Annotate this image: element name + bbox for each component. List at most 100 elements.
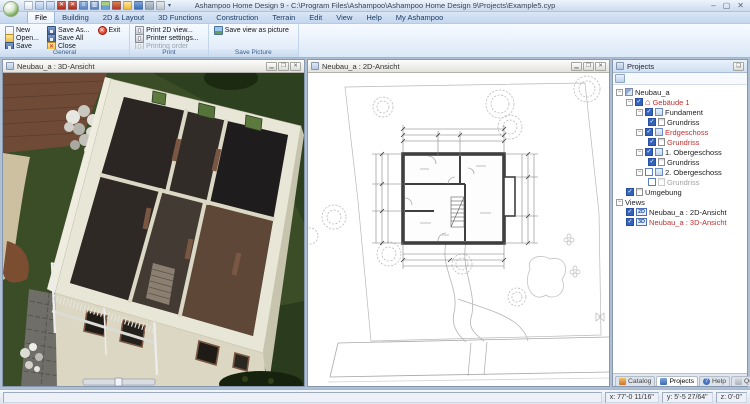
3d-viewport[interactable] xyxy=(3,73,304,386)
exit-button[interactable]: Exit xyxy=(96,26,123,34)
visibility-checkbox[interactable]: ✓ xyxy=(645,108,653,116)
panel-2d-titlebar[interactable]: Neubau_a : 2D-Ansicht ▁ ❐ ✕ xyxy=(308,60,609,73)
tab-catalog[interactable]: Catalog xyxy=(615,376,655,386)
ribbon-group-save-picture: Save view as picture Save Picture xyxy=(209,24,299,57)
projects-bottom-tabs: Catalog Projects ?Help Quantities xyxy=(613,373,747,386)
expander-icon[interactable]: − xyxy=(616,199,623,206)
walkthrough-slider[interactable] xyxy=(83,378,155,386)
catalog-icon xyxy=(619,378,626,385)
new-button[interactable]: New xyxy=(3,26,41,34)
tab-view[interactable]: View xyxy=(329,12,359,23)
tree-item-floorplan[interactable]: ✓ Grundriss xyxy=(614,117,746,127)
reset-view-icon[interactable] xyxy=(112,1,121,10)
tab-terrain[interactable]: Terrain xyxy=(265,12,302,23)
visibility-checkbox[interactable]: ✓ xyxy=(626,188,634,196)
tree-item-second-floor[interactable]: − 2. Obergeschoss xyxy=(614,167,746,177)
tile-horizontal-icon[interactable]: ≡ xyxy=(79,1,88,10)
close-all-views-icon[interactable]: ✕ xyxy=(68,1,77,10)
quantities-icon xyxy=(735,378,742,385)
settings-icon[interactable] xyxy=(156,1,165,10)
minimize-button[interactable]: – xyxy=(711,1,715,11)
panel-3d-restore-button[interactable]: ❐ xyxy=(278,62,289,71)
open-button[interactable]: Open... xyxy=(3,34,41,42)
panel-3d-close-button[interactable]: ✕ xyxy=(290,62,301,71)
visibility-checkbox[interactable]: ✓ xyxy=(635,98,643,106)
tab-3d-functions[interactable]: 3D Functions xyxy=(151,12,209,23)
quick-access-toolbar: ✕ ✕ ≡ ▥ ▾ xyxy=(24,1,171,10)
insert-image-icon[interactable] xyxy=(101,1,110,10)
tree-item-floorplan[interactable]: Grundriss xyxy=(614,177,746,187)
tab-building[interactable]: Building xyxy=(55,12,96,23)
visibility-checkbox[interactable]: ✓ xyxy=(626,208,634,216)
tab-help[interactable]: Help xyxy=(359,12,388,23)
stairs xyxy=(451,197,464,227)
tree-item-2d-view[interactable]: ✓ 2D Neubau_a : 2D-Ansicht xyxy=(614,207,746,217)
tab-my-ashampoo[interactable]: My Ashampoo xyxy=(389,12,451,23)
display-options-button[interactable] xyxy=(615,74,625,83)
panel-2d-restore-button[interactable]: ❐ xyxy=(583,62,594,71)
view3d-panel-icon xyxy=(6,62,14,70)
2d-viewport[interactable] xyxy=(308,73,609,386)
redo-icon[interactable] xyxy=(46,1,55,10)
visibility-checkbox[interactable]: ✓ xyxy=(626,218,634,226)
visibility-checkbox[interactable] xyxy=(648,178,656,186)
tree-item-floorplan[interactable]: ✓ Grundriss xyxy=(614,137,746,147)
visibility-checkbox[interactable]: ✓ xyxy=(645,128,653,136)
close-view-icon[interactable]: ✕ xyxy=(57,1,66,10)
save-as-button[interactable]: Save As... xyxy=(45,26,92,34)
panel-3d-titlebar[interactable]: Neubau_a : 3D-Ansicht ▁ ❐ ✕ xyxy=(3,60,304,73)
tree-item-foundation[interactable]: − ✓ Fundament xyxy=(614,107,746,117)
app-logo-icon[interactable] xyxy=(3,1,19,17)
expander-icon[interactable]: − xyxy=(636,169,643,176)
tab-file[interactable]: File xyxy=(27,11,55,23)
expander-icon[interactable]: − xyxy=(636,109,643,116)
tree-item-views[interactable]: − Views xyxy=(614,197,746,207)
tree-item-floorplan[interactable]: ✓ Grundriss xyxy=(614,157,746,167)
qat-dropdown-icon[interactable]: ▾ xyxy=(168,2,171,9)
tile-vertical-icon[interactable]: ▥ xyxy=(90,1,99,10)
tree-item-3d-view[interactable]: ✓ 3D Neubau_a : 3D-Ansicht xyxy=(614,217,746,227)
panel-3d-minimize-button[interactable]: ▁ xyxy=(266,62,277,71)
visibility-checkbox[interactable]: ✓ xyxy=(648,118,656,126)
tree-item-ground-floor[interactable]: − ✓ Erdgeschoss xyxy=(614,127,746,137)
projects-panel-titlebar[interactable]: Projects ❏ xyxy=(613,60,747,73)
ribbon: New Open... Save Save As... Save All Clo… xyxy=(0,24,750,58)
maximize-button[interactable]: ▢ xyxy=(723,1,731,11)
expander-icon[interactable]: − xyxy=(626,99,633,106)
walkthrough-icon[interactable] xyxy=(145,1,154,10)
expander-icon[interactable]: − xyxy=(636,129,643,136)
tab-construction[interactable]: Construction xyxy=(209,12,265,23)
close-button[interactable]: ✕ xyxy=(737,1,744,11)
tab-help[interactable]: ?Help xyxy=(699,376,730,386)
open-project-icon[interactable] xyxy=(123,1,132,10)
print-2d-view-button[interactable]: Print 2D view... xyxy=(133,26,201,34)
expander-icon[interactable]: − xyxy=(636,149,643,156)
picture-icon xyxy=(214,26,223,35)
floor-icon xyxy=(655,168,663,176)
tree-item-first-floor[interactable]: − ✓ 1. Obergeschoss xyxy=(614,147,746,157)
floor-icon xyxy=(655,108,663,116)
2d-view-icon: 2D xyxy=(636,208,647,216)
tree-item-environment[interactable]: ✓ Umgebung xyxy=(614,187,746,197)
panel-2d-minimize-button[interactable]: ▁ xyxy=(571,62,582,71)
new-document-icon[interactable] xyxy=(24,1,33,10)
visibility-checkbox[interactable]: ✓ xyxy=(648,138,656,146)
visibility-checkbox[interactable] xyxy=(645,168,653,176)
tree-item-building[interactable]: − ✓ ⌂ Gebäude 1 xyxy=(614,97,746,107)
tab-edit[interactable]: Edit xyxy=(302,12,329,23)
panel-2d-close-button[interactable]: ✕ xyxy=(595,62,606,71)
save-all-button[interactable]: Save All xyxy=(45,34,92,42)
visibility-checkbox[interactable]: ✓ xyxy=(648,158,656,166)
printer-settings-button[interactable]: Printer settings... xyxy=(133,34,201,42)
3d-view-icon: 3D xyxy=(636,218,647,226)
tab-2d-layout[interactable]: 2D & Layout xyxy=(96,12,151,23)
undo-icon[interactable] xyxy=(35,1,44,10)
tab-projects[interactable]: Projects xyxy=(656,376,698,386)
projects-panel-menu-button[interactable]: ❏ xyxy=(733,62,744,71)
save-view-as-picture-button[interactable]: Save view as picture xyxy=(212,26,291,34)
expander-icon[interactable]: − xyxy=(616,89,623,96)
visibility-checkbox[interactable]: ✓ xyxy=(645,148,653,156)
tab-quantities[interactable]: Quantities xyxy=(731,376,750,386)
statistics-icon[interactable] xyxy=(134,1,143,10)
tree-item-project-root[interactable]: − Neubau_a xyxy=(614,87,746,97)
